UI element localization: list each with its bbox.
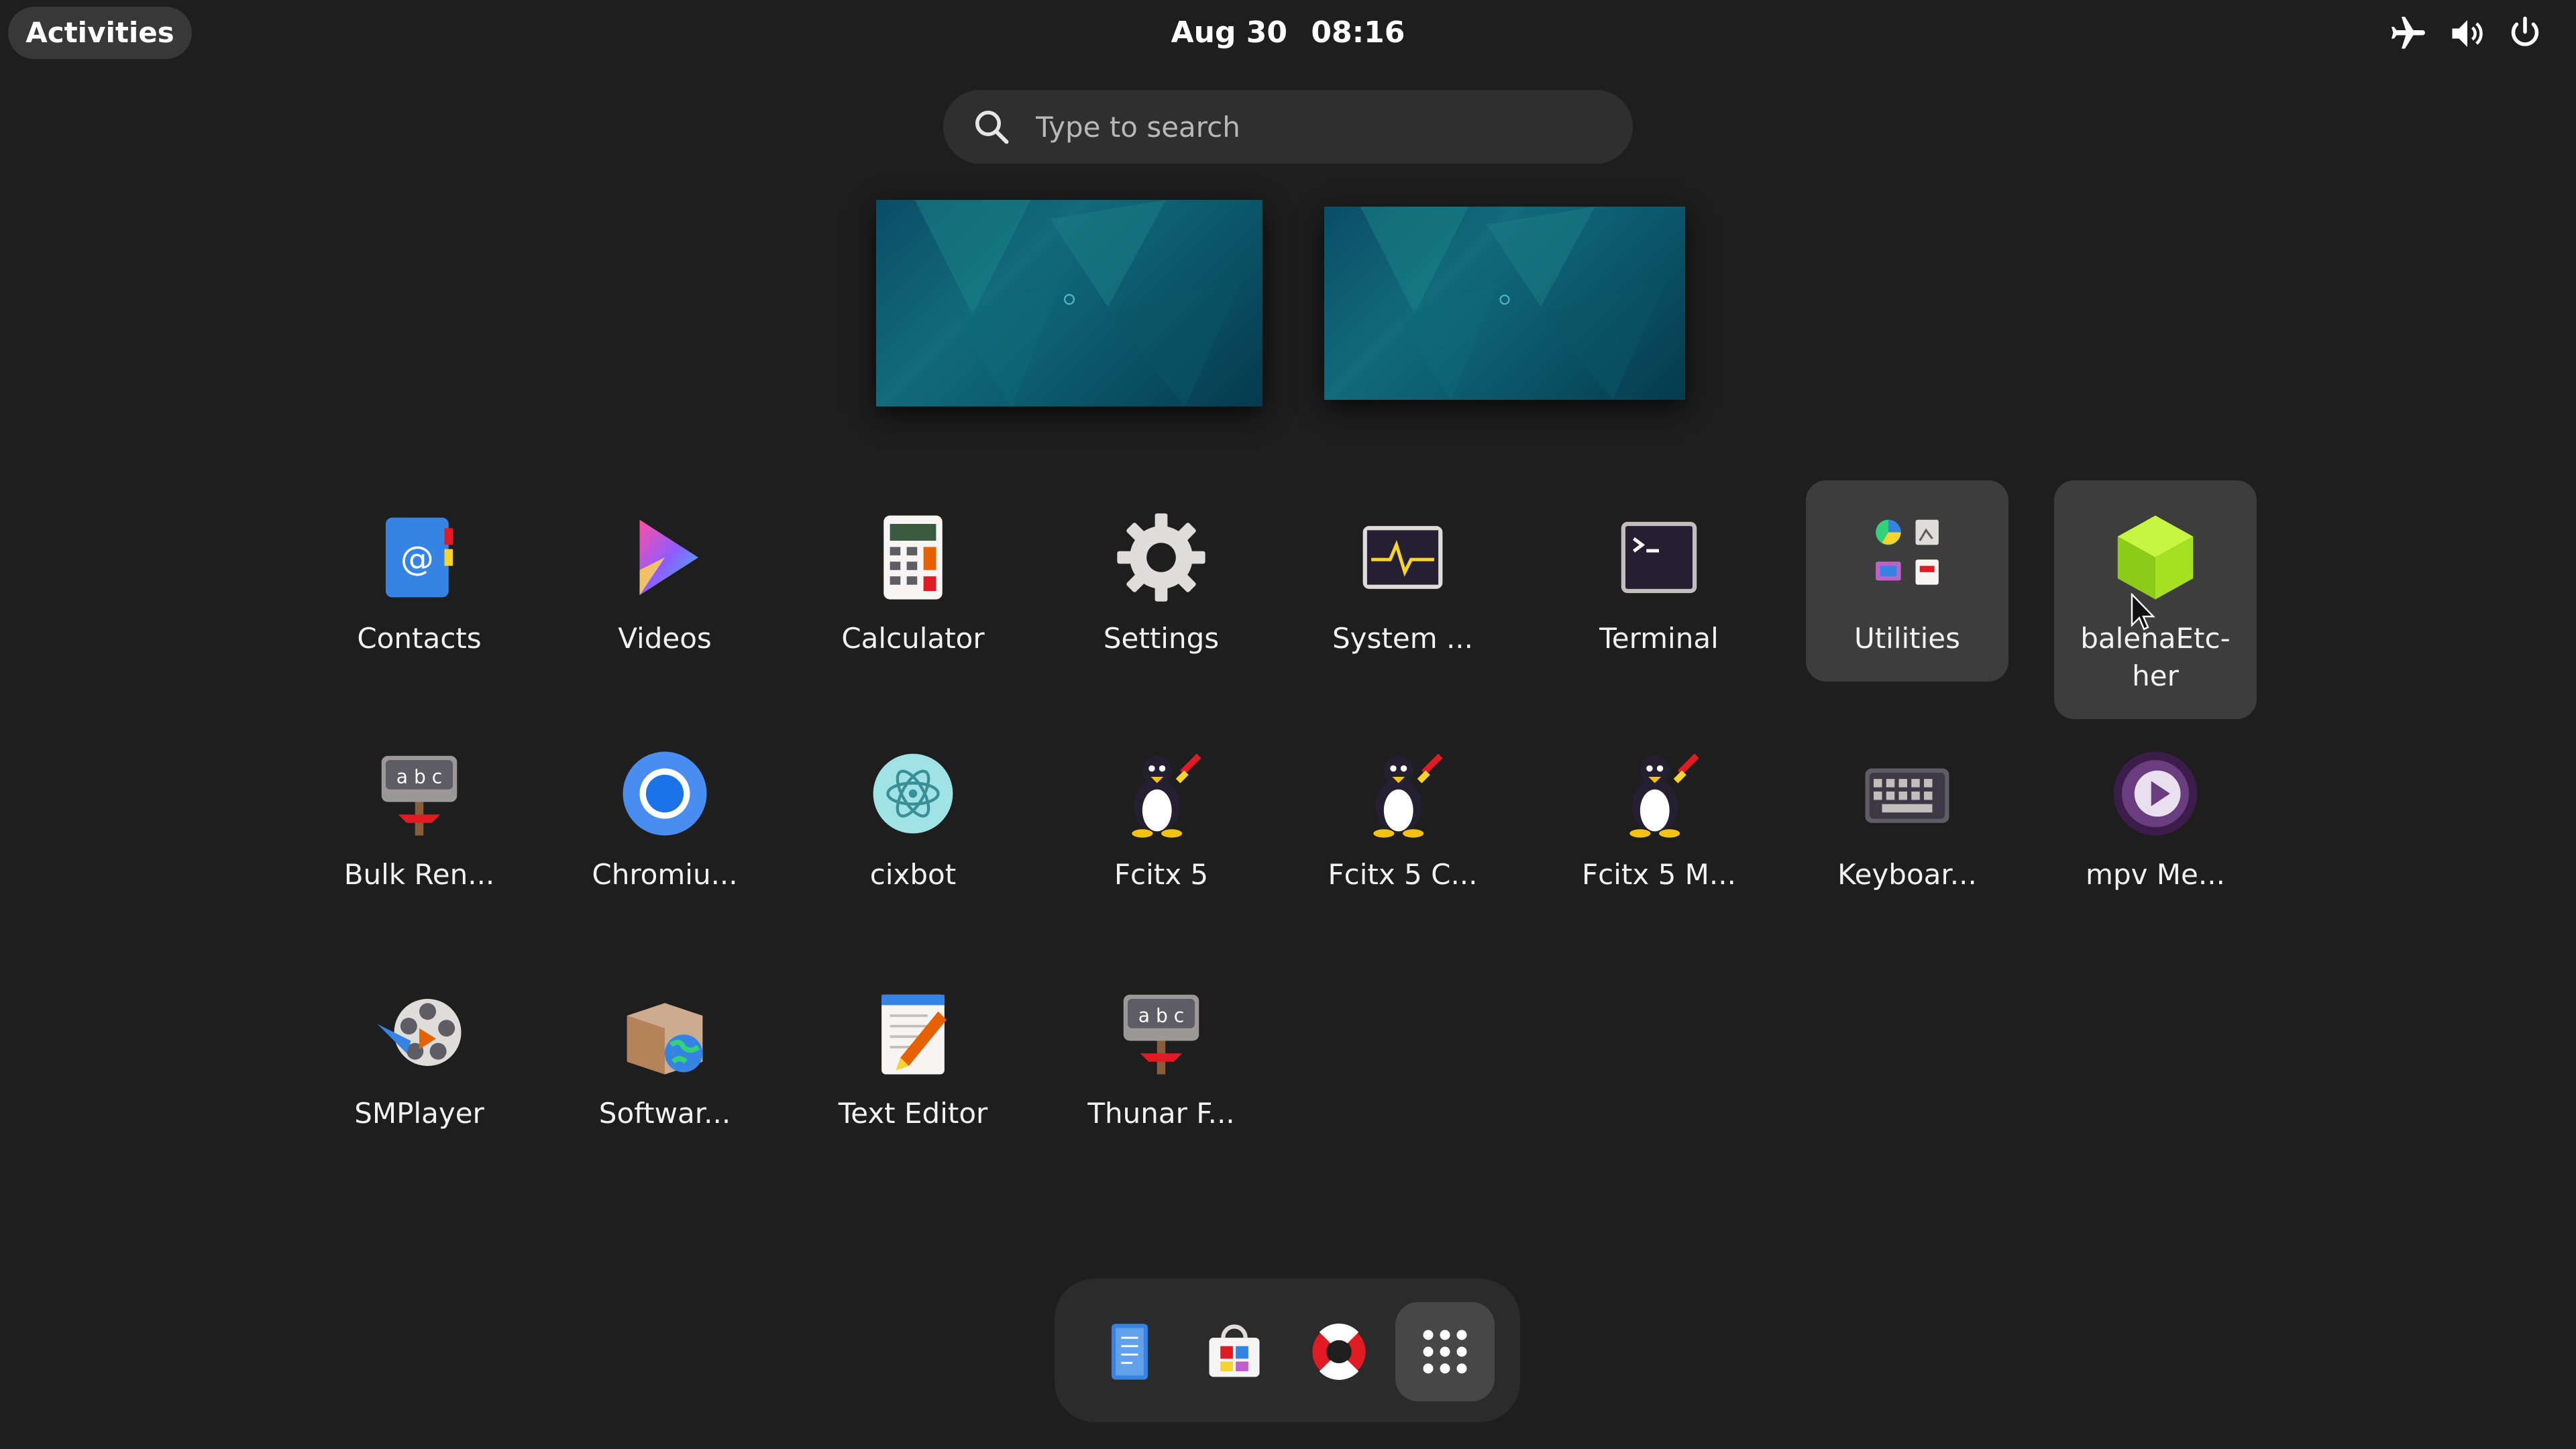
volume-icon[interactable] (2447, 13, 2487, 54)
app-fcitx5-config[interactable]: Fcitx 5 C... (1301, 716, 1504, 918)
search-icon (975, 111, 1009, 144)
utilities-folder-icon (1857, 507, 1957, 608)
dock-text-editor[interactable] (1080, 1302, 1179, 1401)
chromium-icon (614, 743, 715, 844)
fcitx5-config-icon (1352, 743, 1453, 844)
app-label: System ... (1332, 622, 1474, 655)
cixbot-icon (863, 743, 963, 844)
app-label: mpv Me... (2086, 858, 2225, 891)
app-fcitx5[interactable]: Fcitx 5 (1060, 716, 1263, 918)
contacts-icon: @ (369, 507, 470, 608)
search-bar[interactable] (943, 90, 1633, 164)
system-monitor-icon (1352, 507, 1453, 608)
app-label: Chromiu... (592, 858, 738, 891)
app-label: Fcitx 5 (1114, 858, 1209, 891)
app-label: Settings (1103, 622, 1220, 655)
terminal-icon (1609, 507, 1709, 608)
dock-help[interactable] (1289, 1302, 1389, 1401)
app-label: Contacts (357, 622, 482, 655)
airplane-icon[interactable] (2388, 13, 2428, 54)
calculator-icon (863, 507, 963, 608)
mouse-cursor-icon (2131, 593, 2155, 631)
software-icon (614, 982, 715, 1083)
app-system-monitor[interactable]: System ... (1301, 480, 1504, 682)
app-videos[interactable]: Videos (564, 480, 766, 682)
app-label: Fcitx 5 M... (1582, 858, 1736, 891)
videos-icon (614, 507, 715, 608)
app-mpv[interactable]: mpv Me... (2054, 716, 2257, 918)
app-label: Keyboar... (1837, 858, 1977, 891)
app-settings[interactable]: Settings (1060, 480, 1263, 682)
svg-text:@: @ (400, 539, 434, 578)
clock-button[interactable]: Aug 30 08:16 (1087, 7, 1489, 59)
app-label: SMPlayer (354, 1097, 484, 1130)
app-label: Fcitx 5 C... (1328, 858, 1478, 891)
fcitx5-icon (1111, 743, 1212, 844)
app-thunar[interactable]: a b c Thunar F... (1060, 955, 1263, 1157)
activities-button[interactable]: Activities (8, 7, 192, 59)
app-terminal[interactable]: Terminal (1558, 480, 1760, 682)
app-label: Videos (618, 622, 712, 655)
settings-icon (1111, 507, 1212, 608)
mpv-icon (2105, 743, 2206, 844)
app-label: Terminal (1599, 622, 1719, 655)
app-cixbot[interactable]: cixbot (812, 716, 1014, 918)
show-apps-grid-icon (1423, 1330, 1467, 1374)
app-software[interactable]: Softwar... (564, 955, 766, 1157)
dock-software-store[interactable] (1185, 1302, 1284, 1401)
svg-text:a b c: a b c (1138, 1004, 1184, 1026)
text-editor-icon (863, 982, 963, 1083)
app-label: Bulk Ren... (343, 858, 495, 891)
app-utilities-folder[interactable]: Utilities (1806, 480, 2008, 682)
time-label: 08:16 (1311, 15, 1405, 50)
app-label: Softwar... (598, 1097, 731, 1130)
top-bar: Activities Aug 30 08:16 (0, 0, 2576, 66)
svg-text:a b c: a b c (396, 765, 442, 788)
app-label: Utilities (1854, 622, 1961, 655)
app-bulk-rename[interactable]: a b c Bulk Ren... (318, 716, 521, 918)
app-fcitx5-migrator[interactable]: Fcitx 5 M... (1558, 716, 1760, 918)
help-lifebuoy-icon (1312, 1324, 1366, 1380)
app-label: cixbot (869, 858, 957, 891)
dock-show-apps[interactable] (1395, 1302, 1495, 1401)
app-chromium[interactable]: Chromiu... (564, 716, 766, 918)
smplayer-icon (369, 982, 470, 1083)
app-contacts[interactable]: @ Contacts (318, 480, 521, 682)
app-label: Thunar F... (1087, 1097, 1235, 1130)
keyboard-icon (1857, 743, 1957, 844)
date-label: Aug 30 (1171, 15, 1288, 50)
app-label: Calculator (841, 622, 985, 655)
app-calculator[interactable]: Calculator (812, 480, 1014, 682)
workspace-thumbnail-2[interactable] (1324, 207, 1685, 400)
app-text-editor[interactable]: Text Editor (812, 955, 1014, 1157)
app-smplayer[interactable]: SMPlayer (318, 955, 521, 1157)
power-icon[interactable] (2505, 13, 2545, 54)
dock (1055, 1279, 1520, 1422)
fcitx5-migrator-icon (1609, 743, 1709, 844)
app-label: Text Editor (838, 1097, 988, 1130)
bulk-rename-icon: a b c (369, 743, 470, 844)
software-store-dock-icon (1209, 1324, 1260, 1377)
thunar-icon: a b c (1111, 982, 1212, 1083)
workspace-thumbnail-1[interactable] (876, 200, 1263, 407)
text-editor-dock-icon (1111, 1324, 1148, 1380)
search-input[interactable] (1034, 109, 1587, 144)
app-keyboard[interactable]: Keyboar... (1806, 716, 2008, 918)
